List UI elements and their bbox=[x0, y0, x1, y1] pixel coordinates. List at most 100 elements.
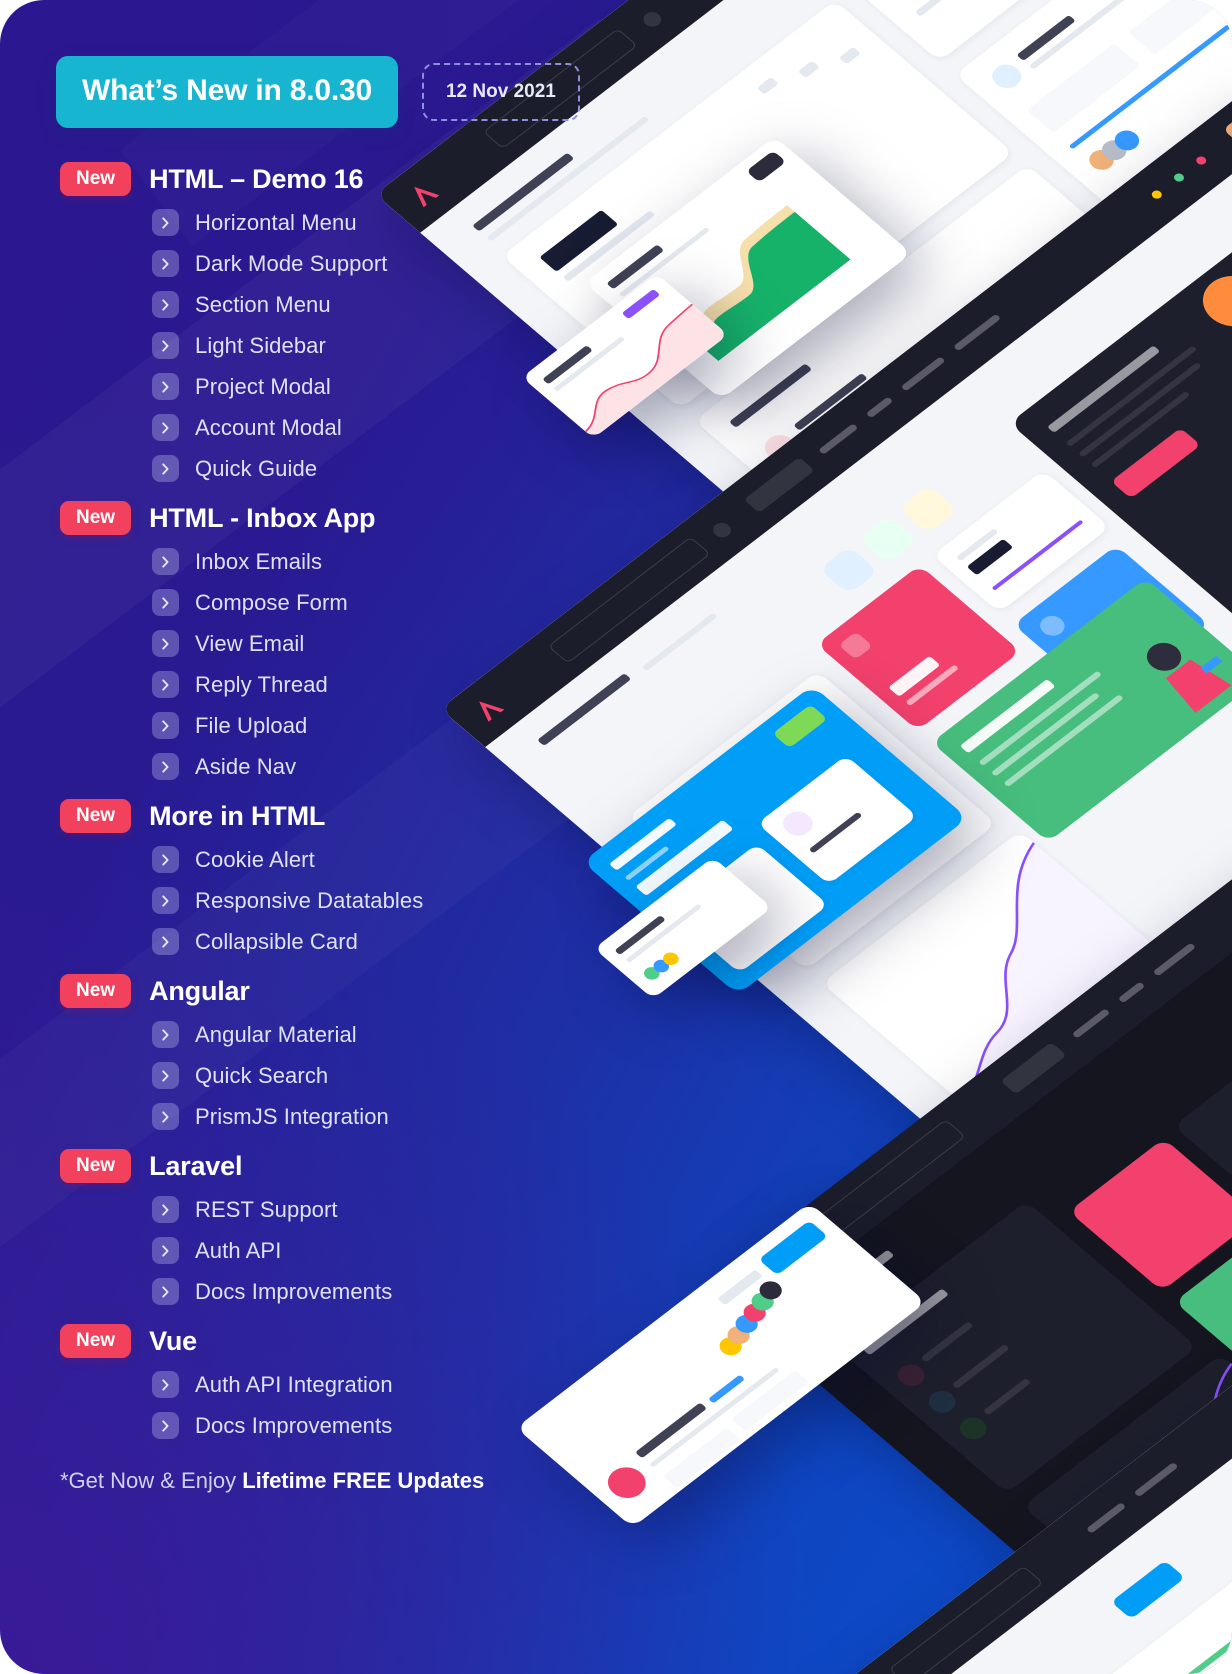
mockup-card-title bbox=[728, 363, 813, 428]
promo-poster: What’s New in 8.0.30 12 Nov 2021 New HTML… bbox=[0, 0, 1232, 1674]
list-item[interactable]: Docs Improvements bbox=[56, 1405, 640, 1446]
list-item-label: Quick Search bbox=[195, 1062, 329, 1088]
mockup-tile bbox=[858, 515, 919, 564]
mockup-stat-card-white bbox=[932, 470, 1111, 613]
list-item[interactable]: Aside Nav bbox=[56, 746, 640, 787]
mockup-avatar bbox=[722, 1322, 755, 1348]
mockup-promo-text bbox=[1065, 345, 1198, 447]
section-title: HTML - Inbox App bbox=[149, 502, 376, 533]
list-item[interactable]: Horizontal Menu bbox=[56, 202, 640, 243]
mockup-stat-title bbox=[959, 679, 1056, 754]
mockup-card-title bbox=[862, 1288, 949, 1356]
mockup-stat-text bbox=[1003, 694, 1124, 788]
list-item[interactable]: REST Support bbox=[56, 1189, 640, 1230]
mockup-row-icon bbox=[923, 1386, 961, 1418]
mockup-nav-item bbox=[952, 313, 1002, 352]
list-item-label: Cookie Alert bbox=[195, 846, 315, 872]
mockup-illustration-icon bbox=[1146, 642, 1232, 713]
mockup-nav-item bbox=[1071, 1008, 1111, 1039]
list-item[interactable]: Reply Thread bbox=[56, 664, 640, 705]
list-item[interactable]: Cookie Alert bbox=[56, 839, 640, 880]
list-item[interactable]: View Email bbox=[56, 623, 640, 664]
mockup-quick-tile bbox=[757, 755, 918, 885]
mockup-stat-value bbox=[888, 655, 941, 697]
list-item[interactable]: Light Sidebar bbox=[56, 325, 640, 366]
mockup-row-desc bbox=[755, 818, 820, 869]
section-header: New Angular bbox=[60, 974, 640, 1008]
list-item-label: Auth API Integration bbox=[195, 1371, 393, 1397]
list-item[interactable]: Auth API Integration bbox=[56, 1364, 640, 1405]
new-badge: New bbox=[60, 162, 132, 196]
mockup-row-title bbox=[774, 850, 820, 886]
mockup-avatar bbox=[1109, 126, 1145, 155]
mockup-stat-text bbox=[990, 692, 1101, 777]
footer-prefix: *Get Now & Enjoy bbox=[60, 1468, 243, 1493]
new-badge: New bbox=[60, 1324, 132, 1358]
mockup-stat-label bbox=[1095, 641, 1147, 681]
mockup-search-input bbox=[810, 1119, 966, 1240]
list-item[interactable]: PrismJS Integration bbox=[56, 1096, 640, 1137]
list-item[interactable]: Quick Guide bbox=[56, 448, 640, 489]
section-title: More in HTML bbox=[149, 800, 326, 831]
mockup-kpi-row bbox=[914, 0, 1022, 17]
mockup-status-dot bbox=[1149, 188, 1164, 201]
list-item-label: Dark Mode Support bbox=[195, 250, 388, 276]
section-title: Laravel bbox=[149, 1150, 243, 1181]
list-item[interactable]: Responsive Datatables bbox=[56, 880, 640, 921]
list-item-label: Reply Thread bbox=[195, 671, 328, 697]
list-item[interactable]: Dark Mode Support bbox=[56, 243, 640, 284]
list-item[interactable]: Section Menu bbox=[56, 284, 640, 325]
mockup-avatar bbox=[650, 957, 673, 975]
mockup-progress-bar bbox=[836, 361, 1039, 517]
mockup-tile-icon bbox=[688, 895, 730, 929]
list-item-label: Docs Improvements bbox=[195, 1278, 393, 1304]
list-item[interactable]: Quick Search bbox=[56, 1055, 640, 1096]
new-badge: New bbox=[60, 501, 132, 535]
mockup-card-weekly-sales bbox=[835, 1201, 1198, 1494]
mockup-breadcrumb bbox=[641, 612, 718, 672]
list-item[interactable]: Inbox Emails bbox=[56, 541, 640, 582]
mockup-nav-active bbox=[675, 0, 744, 1]
list-item-label: REST Support bbox=[195, 1196, 338, 1222]
list-item[interactable]: File Upload bbox=[56, 705, 640, 746]
mockup-project-budget bbox=[1128, 0, 1232, 55]
mockup-project-desc bbox=[649, 1366, 780, 1468]
mockup-avatar bbox=[738, 1299, 771, 1326]
mockup-promo-button bbox=[1110, 427, 1201, 499]
mockup-card-project bbox=[1133, 44, 1232, 367]
mockup-row-icon bbox=[954, 1413, 993, 1444]
list-item-label: Angular Material bbox=[195, 1021, 357, 1047]
mockup-promo-title bbox=[1047, 345, 1161, 433]
mockup-dark-dashboard bbox=[703, 737, 1232, 1674]
mockup-status-badge bbox=[708, 1374, 746, 1404]
list-item[interactable]: Docs Improvements bbox=[56, 1271, 640, 1312]
chevron-right-icon bbox=[152, 455, 179, 482]
mockup-search-input bbox=[888, 1565, 1044, 1674]
mockup-primary-button bbox=[1110, 1560, 1186, 1620]
mockup-row-icon bbox=[688, 833, 726, 865]
mockup-legend-dot bbox=[733, 210, 745, 220]
list-item-label: Light Sidebar bbox=[195, 332, 326, 358]
mockup-card-title bbox=[653, 755, 744, 826]
mockup-status-dot bbox=[1171, 171, 1187, 184]
mockup-stat-card-green bbox=[1174, 1149, 1232, 1395]
list-item[interactable]: Account Modal bbox=[56, 407, 640, 448]
list-item[interactable]: Angular Material bbox=[56, 1014, 640, 1055]
list-item[interactable]: Auth API bbox=[56, 1230, 640, 1271]
list-item-label: PrismJS Integration bbox=[195, 1103, 389, 1129]
mockup-tile bbox=[818, 546, 879, 595]
list-item[interactable]: Project Modal bbox=[56, 366, 640, 407]
mockup-stat-icon bbox=[838, 631, 873, 660]
mockup-project-icon bbox=[986, 59, 1028, 93]
section-title: HTML – Demo 16 bbox=[149, 163, 364, 194]
chevron-right-icon bbox=[152, 209, 179, 236]
changelog-sections: New HTML – Demo 16 Horizontal Menu Dark Mod… bbox=[56, 162, 640, 1446]
new-badge: New bbox=[60, 1149, 132, 1183]
mockup-project-date bbox=[1026, 43, 1141, 133]
mockup-row-title bbox=[744, 817, 800, 861]
list-item[interactable]: Compose Form bbox=[56, 582, 640, 623]
list-item[interactable]: Collapsible Card bbox=[56, 921, 640, 962]
mockup-tile-label bbox=[719, 905, 768, 942]
mockup-project-date bbox=[1205, 195, 1232, 286]
mockup-topbar bbox=[703, 737, 1232, 1324]
